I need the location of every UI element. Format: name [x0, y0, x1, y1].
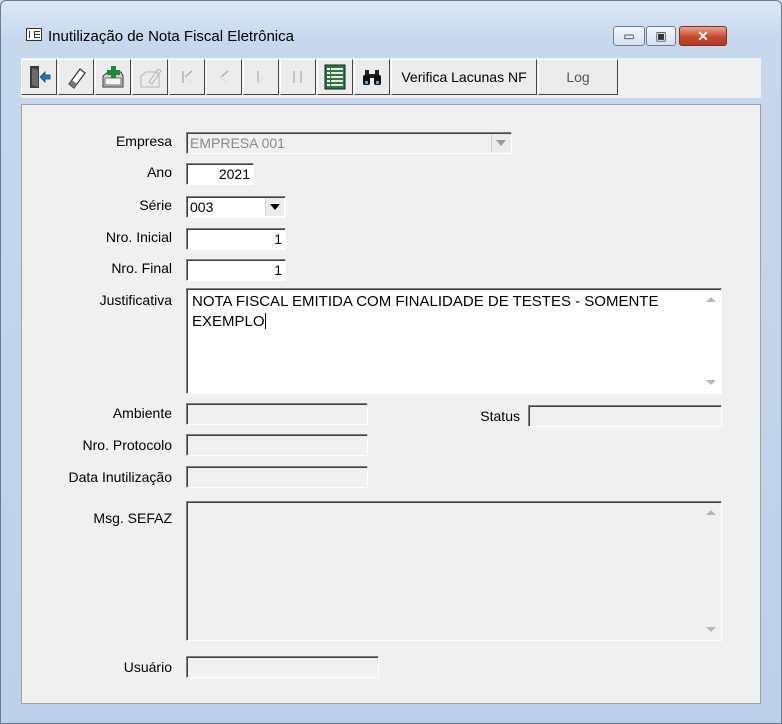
- add-record-icon: [102, 66, 124, 88]
- search-button[interactable]: [354, 59, 390, 95]
- toolbar: Verifica Lacunas NF Log: [21, 58, 761, 98]
- chevron-down-icon: [270, 204, 280, 210]
- clear-button[interactable]: [58, 59, 94, 95]
- empresa-label: Empresa: [115, 133, 172, 149]
- serie-dropdown-arrow[interactable]: [265, 198, 284, 216]
- window-title: Inutilização de Nota Fiscal Eletrônica: [48, 28, 294, 45]
- last-record-icon: [293, 71, 302, 83]
- edit-icon: [140, 68, 162, 88]
- status-field[interactable]: [528, 405, 722, 427]
- justificativa-textarea[interactable]: NOTA FISCAL EMITIDA COM FINALIDADE DE TE…: [186, 288, 722, 394]
- prior-record-icon: [220, 70, 229, 84]
- title-bar[interactable]: Inutilização de Nota Fiscal Eletrônica ▭…: [1, 1, 781, 46]
- chevron-down-icon: [496, 140, 506, 146]
- empresa-dropdown-arrow[interactable]: [491, 134, 510, 152]
- scroll-up-icon[interactable]: [706, 297, 716, 302]
- exit-icon: [30, 66, 51, 88]
- log-button[interactable]: Log: [538, 59, 618, 95]
- nro-inicial-input[interactable]: 1: [186, 228, 286, 250]
- first-record-icon: [182, 70, 193, 84]
- ambiente-label: Ambiente: [112, 405, 172, 421]
- close-button[interactable]: ✕: [679, 26, 727, 46]
- serie-label: Série: [139, 197, 172, 213]
- first-record-button[interactable]: [169, 59, 205, 95]
- binoculars-icon: [363, 70, 381, 85]
- serie-combobox[interactable]: 003: [186, 196, 286, 218]
- usuario-field[interactable]: [186, 656, 379, 678]
- ano-input[interactable]: 2021: [186, 163, 254, 185]
- protocolo-label: Nro. Protocolo: [82, 437, 172, 453]
- last-record-button[interactable]: [280, 59, 316, 95]
- msg-sefaz-textarea[interactable]: [186, 501, 722, 641]
- next-record-icon: [257, 71, 265, 84]
- justificativa-label: Justificativa: [99, 292, 172, 308]
- maximize-button[interactable]: ▣: [646, 26, 676, 46]
- prior-record-button[interactable]: [206, 59, 242, 95]
- msg-sefaz-scrollbar[interactable]: [702, 504, 719, 638]
- add-record-button[interactable]: [95, 59, 131, 95]
- form-window-icon: [26, 28, 42, 41]
- protocolo-field[interactable]: [186, 434, 368, 456]
- ano-label: Ano: [147, 164, 172, 180]
- next-record-button[interactable]: [243, 59, 279, 95]
- text-caret: [264, 313, 266, 329]
- eraser-icon: [68, 68, 86, 89]
- scroll-down-icon[interactable]: [706, 380, 716, 385]
- form-panel: Empresa EMPRESA 001 Ano 2021 Série 003 N…: [21, 104, 761, 704]
- status-label: Status: [480, 408, 520, 424]
- app-window: Inutilização de Nota Fiscal Eletrônica ▭…: [0, 0, 782, 724]
- usuario-label: Usuário: [123, 659, 172, 675]
- data-inutilizacao-field[interactable]: [186, 466, 368, 488]
- empresa-combobox[interactable]: EMPRESA 001: [186, 132, 512, 154]
- nro-inicial-label: Nro. Inicial: [105, 229, 172, 245]
- empresa-value: EMPRESA 001: [190, 135, 285, 151]
- justificativa-scrollbar[interactable]: [702, 291, 719, 391]
- list-view-icon: [324, 64, 346, 90]
- edit-record-button[interactable]: [132, 59, 168, 95]
- scroll-up-icon[interactable]: [706, 510, 716, 515]
- list-view-button[interactable]: [317, 59, 353, 95]
- data-inutilizacao-label: Data Inutilização: [68, 469, 172, 485]
- verifica-lacunas-button[interactable]: Verifica Lacunas NF: [391, 59, 537, 95]
- serie-value: 003: [190, 199, 214, 215]
- ambiente-field[interactable]: [186, 403, 368, 425]
- minimize-button[interactable]: ▭: [613, 26, 645, 46]
- nro-final-input[interactable]: 1: [186, 259, 286, 281]
- justificativa-text: NOTA FISCAL EMITIDA COM FINALIDADE DE TE…: [192, 293, 659, 330]
- nro-final-label: Nro. Final: [111, 260, 172, 276]
- exit-button[interactable]: [21, 59, 57, 95]
- msg-sefaz-label: Msg. SEFAZ: [93, 510, 172, 526]
- scroll-down-icon[interactable]: [706, 627, 716, 632]
